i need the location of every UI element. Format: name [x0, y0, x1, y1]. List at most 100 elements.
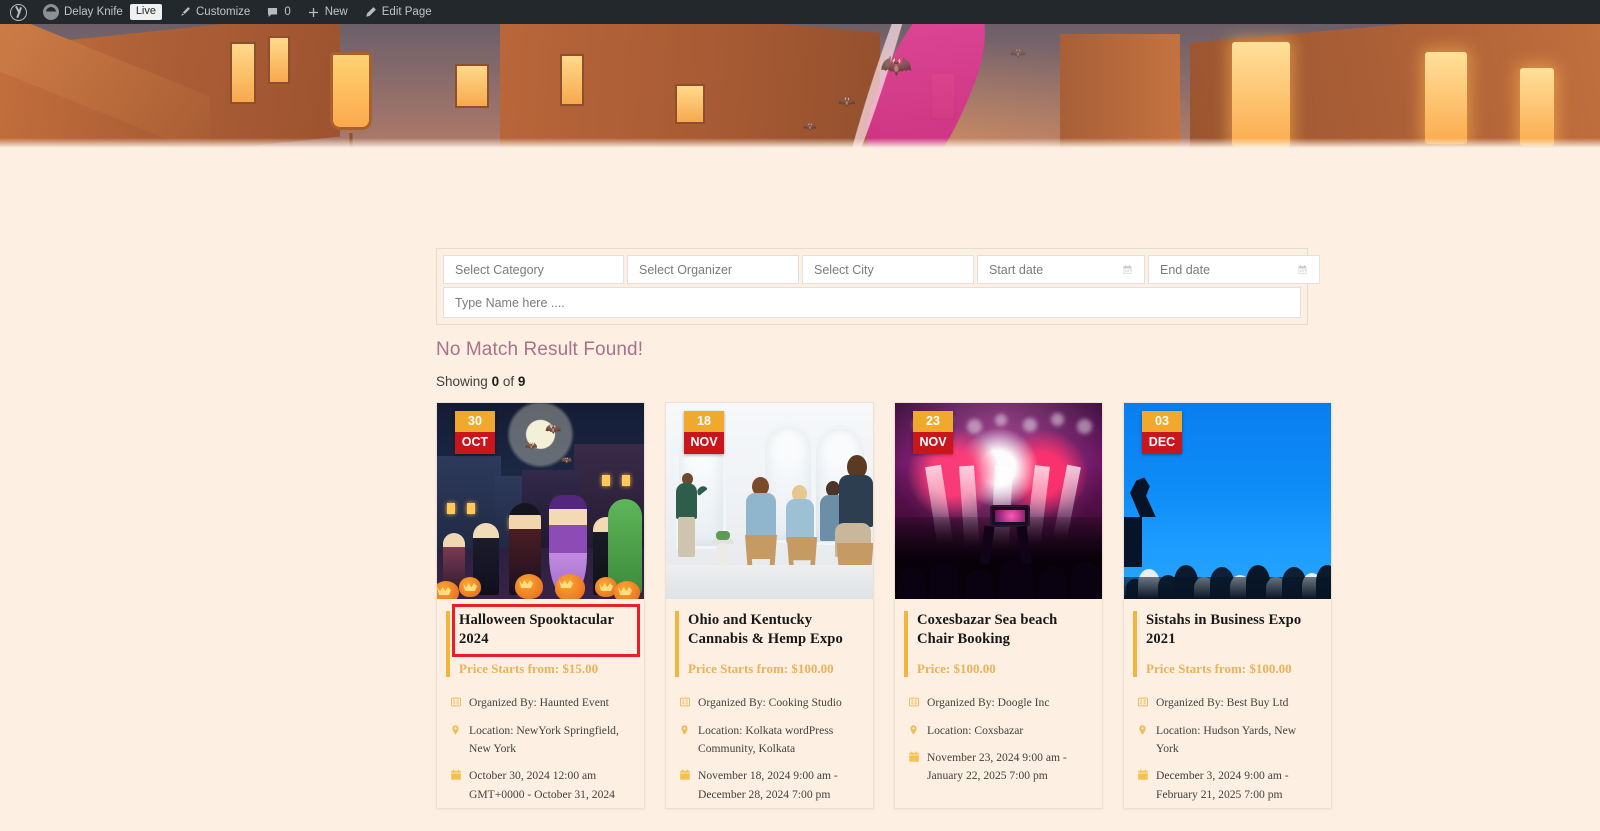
event-card-body: Halloween Spooktacular 2024 Price Starts… — [437, 599, 644, 809]
bat-icon: 🦇 — [803, 122, 817, 133]
event-search-panel: Select Category Select Organizer Select … — [436, 248, 1308, 389]
event-meta: Organized By: Doogle Inc Location: Coxsb… — [904, 694, 1091, 785]
calendar-icon[interactable] — [1297, 264, 1308, 275]
event-date-row: October 30, 2024 12:00 am GMT+0000 - Oct… — [450, 767, 633, 809]
badge-day: 23 — [913, 411, 953, 432]
event-organizer-text: Organized By: Haunted Event — [469, 694, 609, 712]
hero-window — [675, 84, 705, 124]
event-location-row: Location: Hudson Yards, New York — [1137, 722, 1320, 759]
event-price: Price Starts from: $15.00 — [459, 661, 633, 678]
location-label: Location: — [698, 724, 742, 737]
site-name-menu[interactable]: Delay Knife Live — [35, 0, 170, 24]
event-card-image[interactable]: 03 DEC — [1124, 403, 1331, 599]
comment-bubble-icon — [266, 6, 279, 19]
end-date-input[interactable]: End date — [1148, 255, 1320, 284]
event-location-text: Location: Kolkata wordPress Community, K… — [698, 722, 862, 759]
event-meta: Organized By: Best Buy Ltd Location: Hud… — [1133, 694, 1320, 804]
site-icon — [43, 4, 59, 20]
select-city-placeholder: Select City — [814, 263, 874, 277]
list-card-icon — [908, 696, 920, 712]
comments-button[interactable]: 0 — [258, 0, 298, 24]
event-organizer-text: Organized By: Cooking Studio — [698, 694, 842, 712]
event-title[interactable]: Ohio and Kentucky Cannabis & Hemp Expo — [688, 611, 862, 650]
hero-lantern-icon — [330, 52, 372, 130]
event-card[interactable]: 18 NOV Ohio and Kentucky Cannabis & Hemp… — [665, 402, 874, 809]
hero-glow-window — [1425, 52, 1467, 144]
badge-month: DEC — [1142, 432, 1182, 454]
select-category-input[interactable]: Select Category — [443, 255, 624, 284]
event-date-badge: 30 OCT — [455, 411, 495, 454]
event-location-value: Coxsbazar — [974, 724, 1023, 737]
event-organizer-value: Best Buy Ltd — [1227, 696, 1289, 709]
event-title-wrap: Halloween Spooktacular 2024 Price Starts… — [446, 611, 633, 677]
plus-icon — [307, 6, 320, 19]
calendar-icon[interactable] — [1122, 264, 1133, 275]
start-date-input[interactable]: Start date — [977, 255, 1145, 284]
wp-logo-menu[interactable] — [2, 0, 35, 24]
event-location-text: Location: Hudson Yards, New York — [1156, 722, 1320, 759]
event-meta: Organized By: Cooking Studio Location: K… — [675, 694, 862, 804]
badge-month: NOV — [913, 432, 953, 454]
showing-of: of — [503, 374, 514, 389]
calendar-icon — [1137, 769, 1149, 804]
hero-window — [230, 42, 256, 104]
event-title[interactable]: Sistahs in Business Expo 2021 — [1146, 611, 1320, 650]
organized-by-label: Organized By: — [1156, 696, 1224, 709]
event-organizer-value: Doogle Inc — [998, 696, 1050, 709]
hero-window — [268, 36, 290, 84]
event-card-image[interactable]: 23 NOV — [895, 403, 1102, 599]
event-price: Price Starts from: $100.00 — [1146, 661, 1320, 678]
select-organizer-input[interactable]: Select Organizer — [627, 255, 799, 284]
event-card[interactable]: 03 DEC Sistahs in Business Expo 2021 Pri… — [1123, 402, 1332, 809]
event-name-input[interactable]: Type Name here .... — [443, 287, 1301, 318]
event-title-wrap: Sistahs in Business Expo 2021 Price Star… — [1133, 611, 1320, 677]
event-title[interactable]: Halloween Spooktacular 2024 — [459, 611, 633, 650]
event-price: Price Starts from: $100.00 — [688, 661, 862, 678]
badge-month: NOV — [684, 432, 724, 454]
event-date-row: November 23, 2024 9:00 am - January 22, … — [908, 749, 1091, 786]
badge-day: 30 — [455, 411, 495, 432]
location-label: Location: — [469, 724, 513, 737]
hero-glow-window — [1232, 42, 1290, 147]
wordpress-logo-icon — [10, 4, 27, 21]
hero-fade — [0, 138, 1600, 148]
audience-silhouettes — [1124, 509, 1331, 599]
event-date-text: October 30, 2024 12:00 am GMT+0000 - Oct… — [469, 767, 633, 809]
showing-prefix: Showing — [436, 374, 488, 389]
badge-month: OCT — [455, 432, 495, 454]
event-card-image[interactable]: 🦇 🦇 🦇 — [437, 403, 644, 599]
hero-window — [560, 54, 584, 106]
live-badge: Live — [130, 4, 162, 20]
hero-window — [455, 64, 489, 108]
event-organizer-row: Organized By: Haunted Event — [450, 694, 633, 712]
new-content-button[interactable]: New — [299, 0, 356, 24]
no-match-message: No Match Result Found! — [436, 339, 1308, 361]
showing-count-text: Showing 0 of 9 — [436, 374, 1308, 389]
event-organizer-row: Organized By: Best Buy Ltd — [1137, 694, 1320, 712]
pencil-icon — [364, 6, 377, 19]
event-location-text: Location: Coxsbazar — [927, 722, 1023, 740]
calendar-icon — [450, 769, 462, 809]
customize-button[interactable]: Customize — [170, 0, 258, 24]
bat-icon: 🦇 — [838, 94, 855, 108]
map-pin-icon — [1137, 724, 1149, 759]
event-card[interactable]: 🦇 🦇 🦇 — [436, 402, 645, 809]
bat-icon: 🦇 — [880, 52, 912, 78]
event-title[interactable]: Coxesbazar Sea beach Chair Booking — [917, 611, 1091, 650]
page-body: Select Category Select Organizer Select … — [0, 148, 1600, 831]
event-card[interactable]: 23 NOV Coxesbazar Sea beach Chair Bookin… — [894, 402, 1103, 809]
badge-day: 03 — [1142, 411, 1182, 432]
event-date-text: November 23, 2024 9:00 am - January 22, … — [927, 749, 1091, 786]
event-organizer-row: Organized By: Cooking Studio — [679, 694, 862, 712]
select-city-input[interactable]: Select City — [802, 255, 974, 284]
hero-glow-window — [1520, 68, 1554, 146]
event-card-image[interactable]: 18 NOV — [666, 403, 873, 599]
location-label: Location: — [1156, 724, 1200, 737]
edit-page-button[interactable]: Edit Page — [356, 0, 440, 24]
filter-box: Select Category Select Organizer Select … — [436, 248, 1308, 325]
event-card-grid: 🦇 🦇 🦇 — [436, 402, 1332, 809]
event-title-wrap: Coxesbazar Sea beach Chair Booking Price… — [904, 611, 1091, 677]
select-category-placeholder: Select Category — [455, 263, 544, 277]
event-location-row: Location: NewYork Springfield, New York — [450, 722, 633, 759]
showing-total: 9 — [518, 374, 526, 389]
